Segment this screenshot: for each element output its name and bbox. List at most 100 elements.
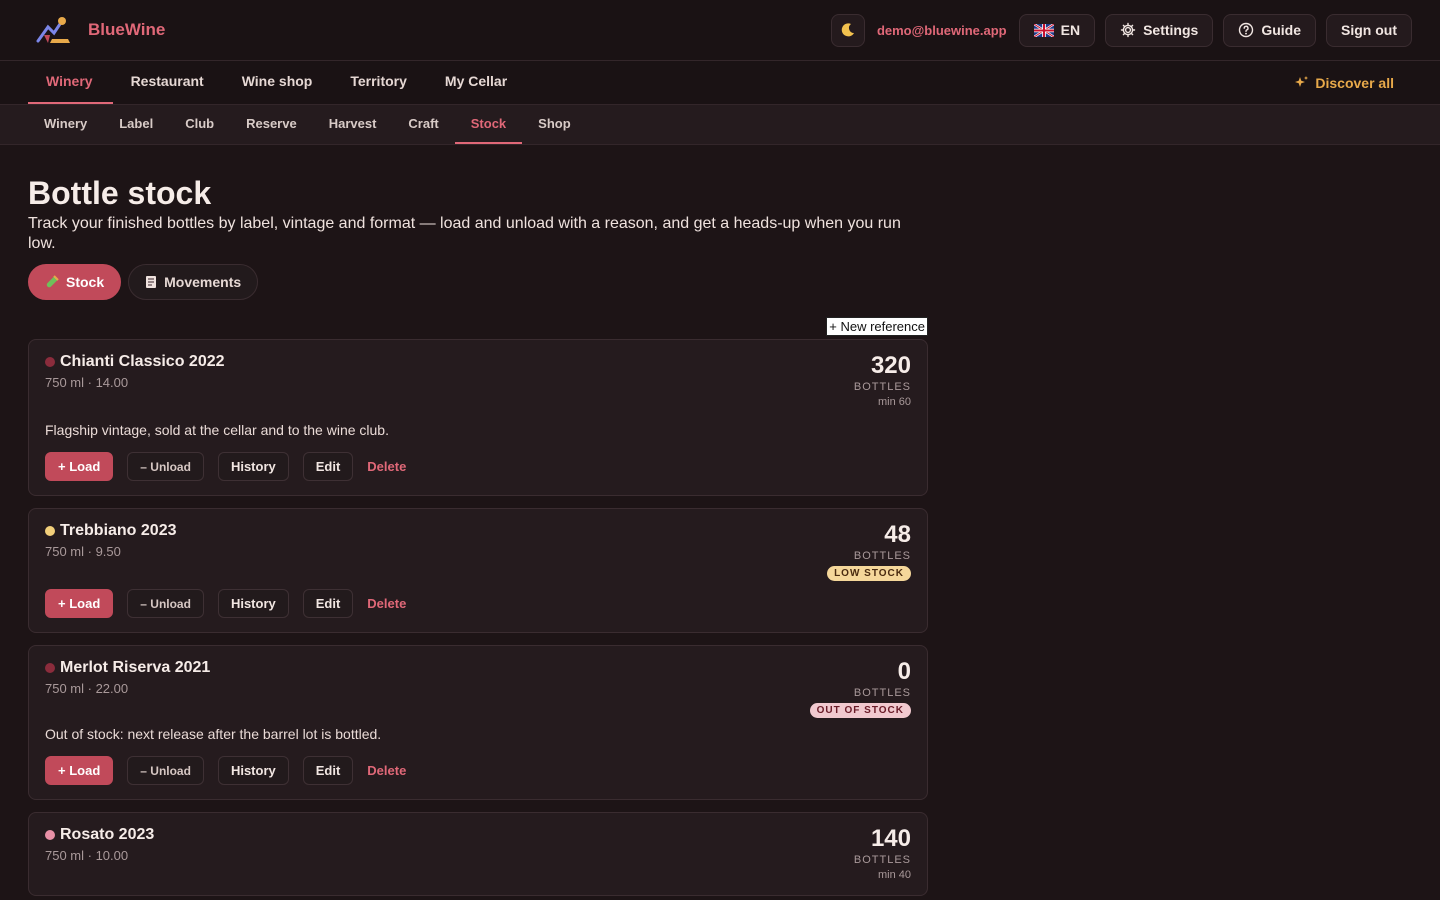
wine-meta: 750 ml · 10.00 [45,848,129,863]
language-button[interactable]: EN [1018,13,1096,47]
main-tab-wine-shop[interactable]: Wine shop [224,61,333,104]
wine-note: Out of stock: next release after the bar… [45,726,382,742]
settings-label: Settings [1143,22,1199,38]
wine-color-dot [45,830,55,840]
unload-button[interactable]: – Unload [127,756,204,785]
main-tab-winery[interactable]: Winery [28,61,113,104]
main-tab-territory[interactable]: Territory [332,61,427,104]
gear-icon [1120,22,1136,38]
wine-title: Merlot Riserva 2021 [45,659,210,677]
stock-quantity: 48 BOTTLES LOW STOCK [827,522,911,581]
stock-quantity: 140 BOTTLES min 40 [853,825,911,882]
language-label: EN [1060,22,1081,38]
wine-meta: 750 ml · 14.00 [45,375,129,390]
sign-out-button[interactable]: Sign out [1326,13,1412,47]
main-nav: Winery Restaurant Wine shop Territory My… [0,61,1440,105]
card-actions: + Load – Unload History Edit Delete [45,452,911,481]
card-actions: + Load – Unload History Edit Delete [45,589,911,618]
sub-tab-harvest[interactable]: Harvest [313,105,393,144]
wine-name: Rosato 2023 [60,826,155,843]
load-button[interactable]: + Load [45,589,114,618]
sub-tab-stock[interactable]: Stock [454,105,523,144]
wine-name: Merlot Riserva 2021 [60,659,211,676]
user-email-link[interactable]: demo@bluewine.app [875,23,1009,38]
stock-card: Rosato 2023 750 ml · 10.00 140 BOTTLES m… [28,812,928,896]
wine-title: Trebbiano 2023 [45,522,177,540]
stock-quantity: 0 BOTTLES OUT OF STOCK [809,658,911,718]
movements-view-button[interactable]: Movements [128,264,259,300]
wine-color-dot [45,357,55,367]
sub-nav: Winery Label Club Reserve Harvest Craft … [0,105,1440,145]
uk-flag-icon [1033,23,1054,37]
history-button[interactable]: History [217,452,289,481]
sign-out-label: Sign out [1341,22,1397,38]
brand[interactable]: BlueWine [34,13,165,47]
sub-tab-reserve[interactable]: Reserve [230,105,313,144]
edit-button[interactable]: Edit [302,452,354,481]
wine-name: Chianti Classico 2022 [60,353,225,370]
brand-name: BlueWine [88,20,166,39]
stock-view-label: Stock [66,274,105,290]
load-button[interactable]: + Load [45,756,114,785]
main-tab-restaurant[interactable]: Restaurant [113,61,224,104]
quantity-value: 0 [897,658,911,685]
view-toggle: Stock Movements [28,264,928,300]
wine-note: Flagship vintage, sold at the cellar and… [45,422,389,438]
wine-meta: 750 ml · 22.00 [45,681,129,696]
load-button[interactable]: + Load [45,452,114,481]
wine-title: Rosato 2023 [45,826,154,844]
main-content: Bottle stock Track your finished bottles… [0,145,956,896]
quantity-value: 48 [884,521,911,548]
wine-meta: 750 ml · 9.50 [45,544,121,559]
sub-tab-club[interactable]: Club [169,105,230,144]
minimum-stock: min 40 [877,869,911,881]
delete-button[interactable]: Delete [367,589,406,618]
out-of-stock-badge: OUT OF STOCK [809,703,911,718]
edit-button[interactable]: Edit [302,589,354,618]
quantity-value: 320 [870,352,911,379]
edit-button[interactable]: Edit [302,756,354,785]
sparkles-icon [1295,76,1309,87]
quantity-unit: BOTTLES [853,854,911,866]
minimum-stock: min 60 [877,396,911,408]
delete-button[interactable]: Delete [367,452,406,481]
receipt-icon [146,276,157,288]
bottle-icon [46,275,59,288]
stock-card: Trebbiano 2023 750 ml · 9.50 48 BOTTLES … [28,508,928,633]
settings-button[interactable]: Settings [1105,13,1214,47]
page-title: Bottle stock [28,175,212,211]
discover-all-label: Discover all [1315,74,1394,91]
stock-quantity: 320 BOTTLES min 60 [853,352,911,409]
low-stock-badge: LOW STOCK [827,566,911,581]
card-actions: + Load – Unload History Edit Delete [45,756,911,785]
history-button[interactable]: History [217,589,289,618]
wine-name: Trebbiano 2023 [60,522,177,539]
help-circle-icon [1239,22,1254,38]
sub-tab-label[interactable]: Label [103,105,169,144]
history-button[interactable]: History [217,756,289,785]
quantity-unit: BOTTLES [853,687,911,699]
main-tab-my-cellar[interactable]: My Cellar [427,61,527,104]
sub-tab-winery[interactable]: Winery [28,105,103,144]
guide-label: Guide [1261,22,1301,38]
sub-tab-shop[interactable]: Shop [522,105,587,144]
wine-color-dot [45,526,55,536]
guide-button[interactable]: Guide [1223,13,1316,47]
unload-button[interactable]: – Unload [127,452,204,481]
quantity-unit: BOTTLES [853,550,911,562]
delete-button[interactable]: Delete [367,756,406,785]
wine-color-dot [45,663,55,673]
discover-all-link[interactable]: Discover all [1294,61,1412,104]
unload-button[interactable]: – Unload [127,589,204,618]
sub-tab-craft[interactable]: Craft [392,105,454,144]
quantity-unit: BOTTLES [853,381,911,393]
theme-toggle-button[interactable] [830,13,865,47]
stock-card: Chianti Classico 2022 750 ml · 14.00 320… [28,339,928,496]
moon-icon [841,23,854,37]
stock-view-button[interactable]: Stock [28,264,122,300]
top-bar: BlueWine demo@bluewine.app EN Settings G… [0,0,1440,61]
wine-title: Chianti Classico 2022 [45,353,225,371]
quantity-value: 140 [870,825,911,852]
logo-icon [36,17,70,43]
new-reference-button[interactable]: + New reference [826,317,928,336]
